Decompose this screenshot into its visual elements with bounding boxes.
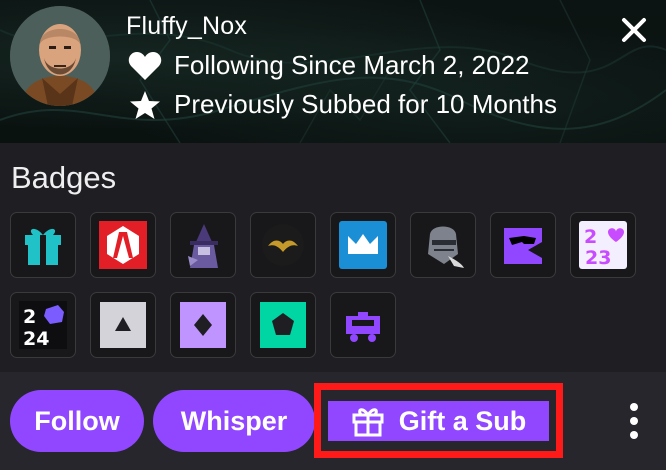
witch-badge-icon bbox=[188, 224, 218, 268]
badge-pentagon[interactable] bbox=[250, 292, 316, 358]
gift-badge-icon bbox=[25, 228, 61, 265]
badge-borderlands[interactable] bbox=[90, 212, 156, 278]
grey-triangle-badge-icon bbox=[100, 302, 146, 348]
follow-button[interactable]: Follow bbox=[10, 390, 144, 452]
star-icon bbox=[128, 90, 162, 120]
subbed-history-row: Previously Subbed for 10 Months bbox=[128, 89, 557, 120]
knight-helmet-badge-icon bbox=[428, 226, 464, 268]
badge-2024[interactable]: 2 24 bbox=[10, 292, 76, 358]
following-since-text: Following Since March 2, 2022 bbox=[174, 50, 530, 80]
year-2023-badge-icon: 2 23 bbox=[579, 221, 627, 269]
svg-text:23: 23 bbox=[585, 247, 611, 269]
gold-bat-badge-icon bbox=[262, 224, 304, 266]
following-since-row: Following Since March 2, 2022 bbox=[128, 50, 530, 81]
username[interactable]: Fluffy_Nox bbox=[126, 12, 247, 41]
gift-a-sub-label: Gift a Sub bbox=[398, 405, 527, 436]
badge-gift[interactable] bbox=[10, 212, 76, 278]
svg-text:24: 24 bbox=[23, 328, 49, 350]
badge-sunglasses[interactable] bbox=[490, 212, 556, 278]
viewer-card: Fluffy_Nox Following Since March 2, 2022… bbox=[0, 0, 666, 470]
badge-witch[interactable] bbox=[170, 212, 236, 278]
subbed-history-text: Previously Subbed for 10 Months bbox=[174, 89, 557, 119]
purple-cart-badge-icon bbox=[346, 312, 380, 342]
badge-cart[interactable] bbox=[330, 292, 396, 358]
badge-triangle[interactable] bbox=[90, 292, 156, 358]
viewer-card-header: Fluffy_Nox Following Since March 2, 2022… bbox=[0, 0, 666, 143]
teal-pentagon-badge-icon bbox=[260, 302, 306, 348]
borderlands-vault-badge-icon bbox=[99, 221, 147, 269]
badge-crown[interactable] bbox=[330, 212, 396, 278]
badge-2023[interactable]: 2 23 bbox=[570, 212, 636, 278]
badge-diamond[interactable] bbox=[170, 292, 236, 358]
badges-title: Badges bbox=[11, 160, 117, 195]
heart-icon bbox=[128, 51, 162, 81]
badge-knight[interactable] bbox=[410, 212, 476, 278]
whisper-button[interactable]: Whisper bbox=[153, 390, 315, 452]
purple-diamond-badge-icon bbox=[180, 302, 226, 348]
more-options-button[interactable] bbox=[618, 398, 650, 444]
svg-text:2: 2 bbox=[23, 306, 36, 328]
gift-a-sub-button[interactable]: Gift a Sub bbox=[328, 401, 549, 441]
sunglasses-glitch-badge-icon bbox=[504, 228, 542, 264]
gift-icon bbox=[351, 405, 385, 437]
year-2024-badge-icon: 2 24 bbox=[19, 301, 67, 350]
close-button[interactable] bbox=[618, 14, 650, 46]
svg-text:2: 2 bbox=[584, 226, 597, 248]
close-icon bbox=[622, 18, 646, 42]
user-avatar[interactable] bbox=[10, 6, 110, 106]
vertical-ellipsis-icon bbox=[630, 403, 638, 439]
badge-gold-bat[interactable] bbox=[250, 212, 316, 278]
crown-badge-icon bbox=[339, 221, 387, 269]
